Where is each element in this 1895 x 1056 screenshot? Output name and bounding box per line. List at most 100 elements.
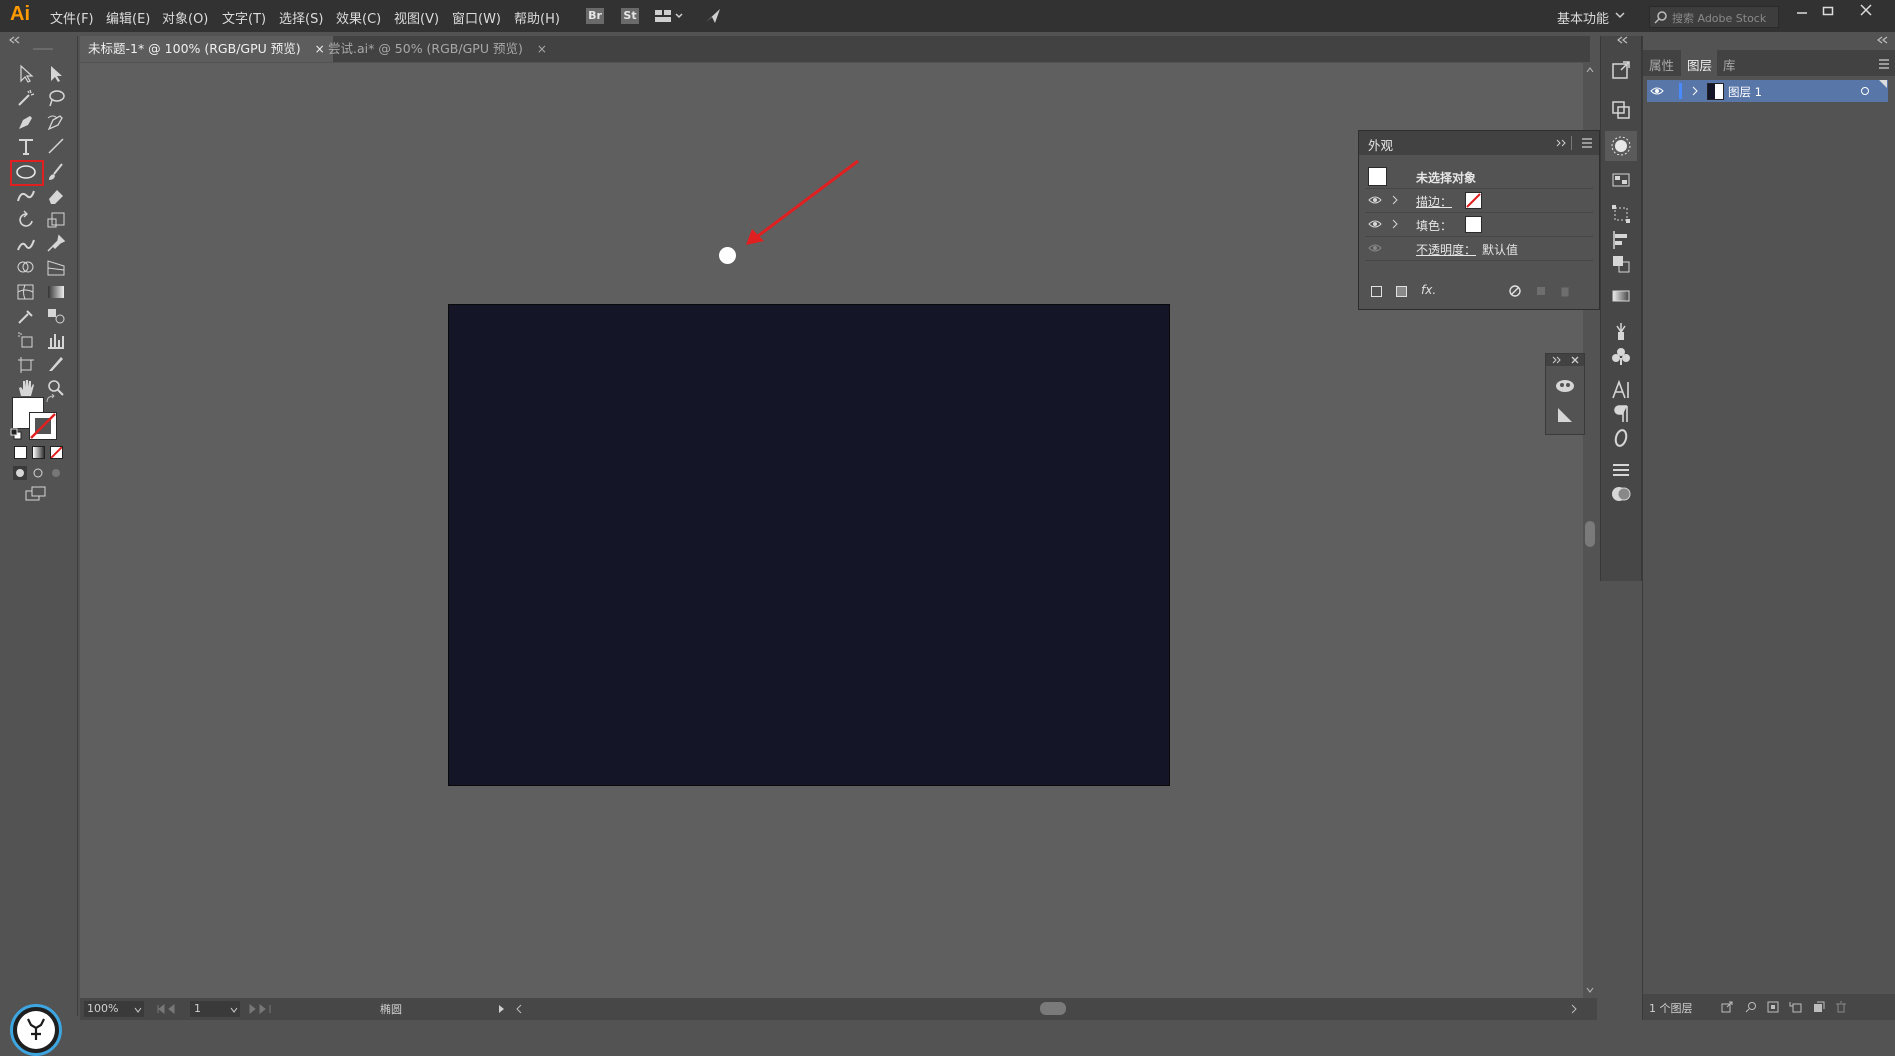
blend-tool-icon[interactable] xyxy=(45,306,69,328)
tab-close-icon[interactable]: × xyxy=(537,42,547,56)
stroke-label[interactable]: 描边： xyxy=(1416,193,1452,210)
export-icon[interactable] xyxy=(1609,58,1633,82)
workspace-switcher[interactable]: 基本功能 xyxy=(1557,8,1609,27)
collapse-icon[interactable] xyxy=(1615,36,1629,44)
appearance-opacity-row[interactable]: 不透明度： 默认值 xyxy=(1365,236,1593,261)
appearance-panel-header[interactable]: 外观 xyxy=(1359,131,1599,155)
swap-fill-stroke-icon[interactable] xyxy=(45,394,57,406)
menu-select[interactable]: 选择(S) xyxy=(279,8,323,27)
collapse-icon[interactable] xyxy=(7,36,21,44)
magic-wand-tool-icon[interactable] xyxy=(15,88,39,110)
paintbrush-tool-icon[interactable] xyxy=(45,162,69,184)
tab-layers-active[interactable]: 图层 xyxy=(1681,50,1717,76)
gradient-panel-icon[interactable] xyxy=(1609,284,1633,308)
tab-untitled-1[interactable]: 未标题-1* @ 100% (RGB/GPU 预览) × xyxy=(80,36,333,62)
stock-search-input[interactable]: 搜索 Adobe Stock xyxy=(1649,6,1779,28)
layer-row[interactable]: 图层 1 xyxy=(1647,80,1888,102)
menu-view[interactable]: 视图(V) xyxy=(394,8,439,27)
rotate-tool-icon[interactable] xyxy=(15,210,39,232)
chevron-right-icon[interactable] xyxy=(1391,219,1399,229)
panel-menu-icon[interactable] xyxy=(1581,138,1593,148)
locate-object-icon[interactable] xyxy=(1745,1001,1757,1013)
ellipse-shape[interactable] xyxy=(719,247,736,264)
collapse-icon[interactable] xyxy=(1875,36,1889,44)
gpu-performance-icon[interactable] xyxy=(703,6,723,26)
stock-button[interactable]: St xyxy=(621,8,639,24)
shaper-tool-icon[interactable] xyxy=(15,186,39,208)
new-sublayer-icon[interactable] xyxy=(1789,1001,1803,1013)
chevron-down-icon[interactable] xyxy=(230,1007,238,1013)
artboard-tool-icon[interactable] xyxy=(15,354,39,376)
clipping-mask-icon[interactable] xyxy=(1767,1001,1779,1013)
opentype-icon[interactable] xyxy=(1609,426,1633,450)
pathfinder-icon[interactable] xyxy=(1609,252,1633,276)
character-icon[interactable] xyxy=(1609,378,1633,402)
minimize-icon[interactable] xyxy=(1795,4,1809,18)
layer-name[interactable]: 图层 1 xyxy=(1728,84,1762,100)
zoom-select[interactable]: 100% xyxy=(84,1001,144,1017)
chevron-down-icon[interactable] xyxy=(134,1007,142,1013)
collapse-panel-icon[interactable] xyxy=(1555,139,1567,147)
trash-icon[interactable] xyxy=(1835,1001,1847,1013)
scroll-right-icon[interactable] xyxy=(1570,1004,1578,1014)
transparency-icon[interactable] xyxy=(1609,482,1633,506)
perspective-grid-tool-icon[interactable] xyxy=(45,258,69,280)
opacity-label[interactable]: 不透明度： xyxy=(1416,241,1476,258)
lasso-tool-icon[interactable] xyxy=(45,88,69,110)
eye-icon[interactable] xyxy=(1368,195,1382,205)
scroll-up-icon[interactable] xyxy=(1586,67,1594,73)
menu-help[interactable]: 帮助(H) xyxy=(514,8,560,27)
clear-appearance-icon[interactable] xyxy=(1509,285,1521,297)
bridge-button[interactable]: Br xyxy=(586,8,604,24)
brushes-icon[interactable] xyxy=(1609,320,1633,344)
next-last-artboard-icon[interactable] xyxy=(248,1004,278,1014)
stroke-swatch[interactable] xyxy=(29,412,57,440)
tab-properties[interactable]: 属性 xyxy=(1649,55,1674,74)
screen-mode-icon[interactable] xyxy=(25,486,47,502)
close-icon[interactable] xyxy=(1858,2,1874,18)
artboard[interactable] xyxy=(448,304,1170,786)
eye-icon[interactable] xyxy=(1368,219,1382,229)
appearance-object-row[interactable]: 未选择对象 xyxy=(1365,164,1593,189)
perspective-icon[interactable] xyxy=(1555,406,1575,424)
tab-library[interactable]: 库 xyxy=(1723,55,1736,74)
symbols-icon[interactable] xyxy=(1609,344,1633,368)
collapse-panel-icon[interactable] xyxy=(1552,356,1562,364)
menu-edit[interactable]: 编辑(E) xyxy=(106,8,150,27)
panel-menu-icon[interactable] xyxy=(1878,59,1890,69)
new-layer-icon[interactable] xyxy=(1813,1001,1825,1013)
add-stroke-icon[interactable] xyxy=(1371,286,1382,297)
menu-window[interactable]: 窗口(W) xyxy=(452,8,501,27)
maximize-icon[interactable] xyxy=(1821,4,1835,18)
symbol-sprayer-tool-icon[interactable] xyxy=(15,330,39,352)
eyedropper-tool-icon[interactable] xyxy=(15,306,39,328)
line-segment-tool-icon[interactable] xyxy=(45,136,69,158)
close-icon[interactable] xyxy=(1571,356,1579,364)
default-fill-stroke-icon[interactable] xyxy=(10,428,22,440)
shape-builder-tool-icon[interactable] xyxy=(15,258,39,280)
add-effect-button[interactable]: fx. xyxy=(1421,283,1436,297)
scroll-left-icon[interactable] xyxy=(515,1004,523,1014)
transform-panel-icon[interactable] xyxy=(1609,98,1633,122)
3d-materials-icon[interactable] xyxy=(1554,376,1576,394)
selection-tool-icon[interactable] xyxy=(15,64,39,86)
swatches-icon[interactable] xyxy=(1609,168,1633,192)
align-icon[interactable] xyxy=(1609,228,1633,252)
chevron-right-icon[interactable] xyxy=(1691,86,1699,96)
appearance-panel-tab[interactable] xyxy=(1605,131,1637,161)
pin-tool-icon[interactable] xyxy=(45,234,69,256)
eraser-tool-icon[interactable] xyxy=(45,186,69,208)
artboard-number-input[interactable]: 1 xyxy=(190,1001,240,1017)
ellipse-tool-icon[interactable] xyxy=(15,162,39,184)
layer-target-icon[interactable] xyxy=(1860,86,1870,96)
stroke-panel-icon[interactable] xyxy=(1609,458,1633,482)
arrange-documents-icon[interactable] xyxy=(654,8,684,24)
chevron-down-icon[interactable] xyxy=(1615,11,1625,19)
scroll-down-icon[interactable] xyxy=(1586,987,1594,993)
mesh-tool-icon[interactable] xyxy=(15,282,39,304)
none-mode-icon[interactable] xyxy=(50,446,63,459)
artboards-icon[interactable] xyxy=(1609,202,1633,226)
eye-icon[interactable] xyxy=(1368,243,1382,253)
puppet-warp-tool-icon[interactable] xyxy=(15,234,39,256)
gradient-mode-icon[interactable] xyxy=(32,446,45,459)
